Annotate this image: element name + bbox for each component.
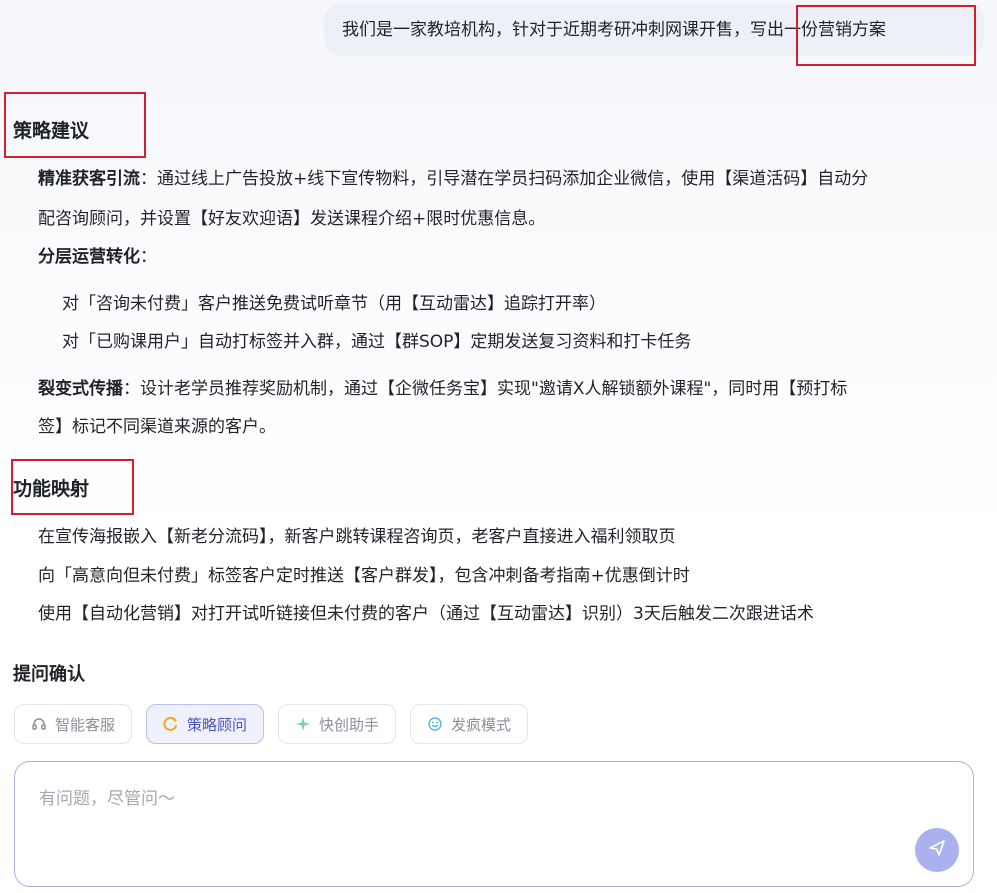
mapping-heading: 功能映射 — [13, 478, 90, 500]
mode-chip-crazy-mode[interactable]: 发疯模式 — [410, 704, 529, 744]
send-button[interactable] — [915, 828, 959, 872]
sparkle-icon — [295, 716, 311, 732]
strategy-item-1-title: 精准获客引流 — [38, 169, 140, 189]
strategy-item-2-title-line: 分层运营转化： — [38, 247, 157, 267]
strategy-heading: 策略建议 — [13, 120, 90, 142]
mode-chip-quick-create[interactable]: 快创助手 — [278, 704, 397, 744]
mapping-line-2: 向「高意向但未付费」标签客户定时推送【客户群发】，包含冲刺备考指南+优惠倒计时 — [38, 566, 690, 586]
highlight-box-request — [796, 5, 976, 66]
strategy-item-3-line-1: 裂变式传播：设计老学员推荐奖励机制，通过【企微任务宝】实现"邀请X人解锁额外课程… — [38, 379, 848, 399]
strategy-item-2-title: 分层运营转化 — [38, 247, 140, 267]
strategy-item-2-sub-2: 对「已购课用户」自动打标签并入群，通过【群SOP】定期发送复习资料和打卡任务 — [62, 332, 692, 352]
mode-chip-label: 快创助手 — [319, 715, 380, 734]
chat-input-box[interactable]: 有问题，尽管问～ — [14, 761, 974, 887]
mode-chip-bar: 智能客服 策略顾问 快创助手 发疯模式 — [14, 704, 529, 744]
mode-chip-label: 智能客服 — [55, 715, 116, 734]
strategy-item-1-line-1: 精准获客引流：通过线上广告投放+线下宣传物料，引导潜在学员扫码添加企业微信，使用… — [38, 169, 869, 189]
strategy-item-3-title: 裂变式传播 — [38, 379, 123, 399]
confirm-heading: 提问确认 — [13, 664, 85, 685]
mode-chip-label: 发疯模式 — [451, 715, 512, 734]
mode-chip-smart-service[interactable]: 智能客服 — [14, 704, 133, 744]
chat-input-placeholder[interactable]: 有问题，尽管问～ — [39, 784, 175, 809]
strategy-item-2-sub-1: 对「咨询未付费」客户推送免费试听章节（用【互动雷达】追踪打开率） — [62, 294, 606, 314]
mapping-line-3: 使用【自动化营销】对打开试听链接但未付费的客户（通过【互动雷达】识别）3天后触发… — [38, 604, 814, 624]
headset-icon — [31, 716, 47, 732]
strategy-item-3-line-2: 签】标记不同渠道来源的客户。 — [38, 417, 276, 437]
crazy-icon — [427, 716, 443, 732]
mode-chip-strategy-advisor[interactable]: 策略顾问 — [146, 704, 265, 744]
strategy-icon — [163, 716, 179, 732]
strategy-item-1-line-2: 配咨询顾问，并设置【好友欢迎语】发送课程介绍+限时优惠信息。 — [38, 209, 546, 229]
mode-chip-label: 策略顾问 — [187, 715, 248, 734]
send-icon — [928, 839, 946, 861]
mapping-line-1: 在宣传海报嵌入【新老分流码】，新客户跳转课程咨询页，老客户直接进入福利领取页 — [38, 527, 676, 547]
user-message-text: 我们是一家教培机构，针对于近期考研冲刺网课开售， — [342, 20, 750, 40]
